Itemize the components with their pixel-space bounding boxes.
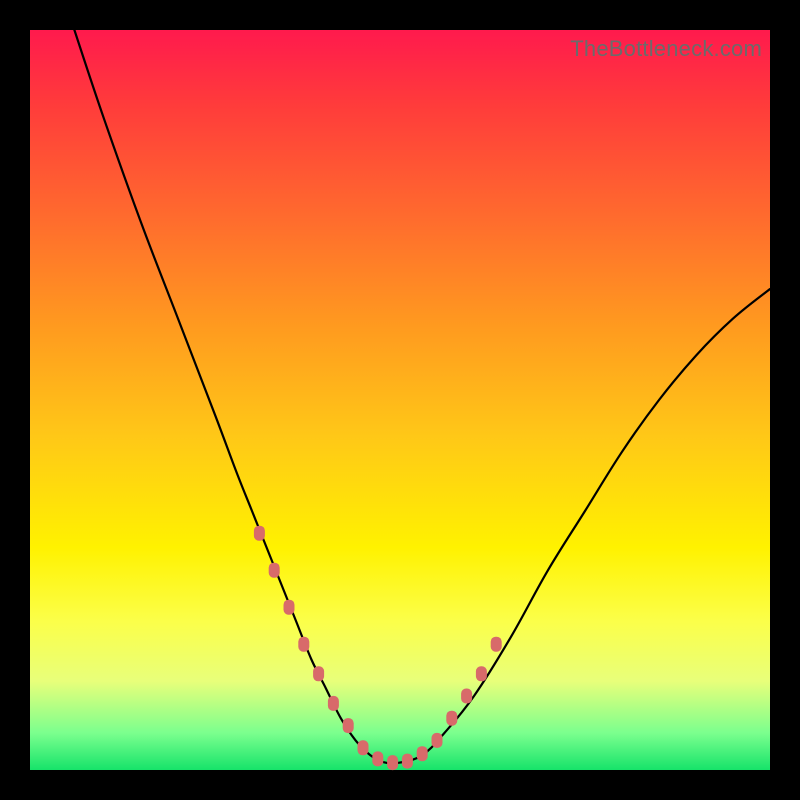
curve-marker [298, 637, 309, 652]
curve-marker [254, 526, 265, 541]
curve-marker [432, 733, 443, 748]
curve-marker [372, 751, 383, 766]
curve-marker [491, 637, 502, 652]
curve-marker [402, 754, 413, 769]
curve-marker [328, 696, 339, 711]
curve-marker [343, 718, 354, 733]
curve-marker [269, 563, 280, 578]
chart-frame: TheBottleneck.com [30, 30, 770, 770]
bottleneck-chart [30, 30, 770, 770]
curve-marker [284, 600, 295, 615]
curve-marker [313, 666, 324, 681]
curve-marker [446, 711, 457, 726]
curve-marker [476, 666, 487, 681]
bottleneck-curve [74, 30, 770, 764]
curve-marker [417, 746, 428, 761]
curve-marker [387, 755, 398, 770]
curve-marker [461, 689, 472, 704]
curve-marker [358, 740, 369, 755]
marker-group [254, 526, 502, 770]
